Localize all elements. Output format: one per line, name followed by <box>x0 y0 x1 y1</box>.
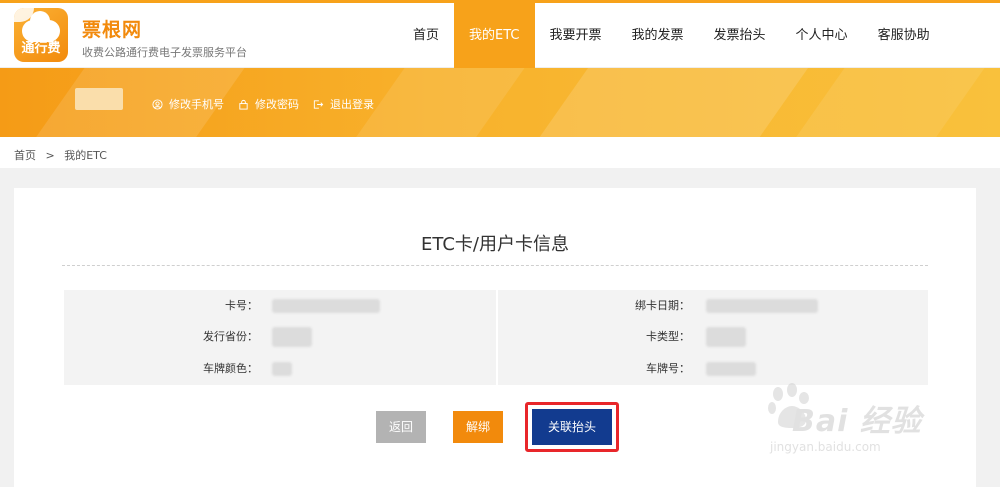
logout-icon <box>313 99 324 109</box>
watermark-url: jingyan.baidu.com <box>770 440 881 454</box>
nav-item-personal-center[interactable]: 个人中心 <box>781 3 863 68</box>
main-nav: 首页 我的ETC 我要开票 我的发票 发票抬头 个人中心 客服协助 <box>398 3 945 68</box>
user-name-blurred <box>75 88 123 110</box>
banner-decoration <box>774 68 1000 137</box>
info-label: 卡类型： <box>646 330 690 343</box>
info-label: 卡号： <box>225 299 258 312</box>
change-password-label: 修改密码 <box>255 98 299 111</box>
link-title-button[interactable]: 关联抬头 <box>532 409 612 445</box>
info-row-bind-date: 绑卡日期： <box>498 297 928 317</box>
info-column-left: 卡号： 发行省份： 车牌颜色： <box>64 290 496 385</box>
nav-item-my-invoices[interactable]: 我的发票 <box>617 3 699 68</box>
card-info-table: 卡号： 发行省份： 车牌颜色： 绑卡日期： 卡类型： 车牌号： <box>64 290 928 385</box>
watermark-text: Bai 经验 <box>792 404 922 439</box>
unbind-button[interactable]: 解绑 <box>453 411 503 443</box>
user-banner: 修改手机号 修改密码 退出登录 <box>0 68 1000 137</box>
info-label: 车牌颜色： <box>203 362 258 375</box>
brand-slogan: 收费公路通行费电子发票服务平台 <box>82 46 247 59</box>
info-column-right: 绑卡日期： 卡类型： 车牌号： <box>498 290 928 385</box>
change-phone-link[interactable]: 修改手机号 <box>152 96 224 112</box>
info-row-card-type: 卡类型： <box>498 327 928 348</box>
province-value-blurred <box>272 327 312 347</box>
back-button[interactable]: 返回 <box>376 411 426 443</box>
logo-icon-text: 通行费 <box>21 41 61 56</box>
lock-icon <box>239 99 248 110</box>
banner-decoration <box>524 68 816 137</box>
breadcrumb: 首页 > 我的ETC <box>14 147 113 163</box>
user-circle-icon <box>152 98 163 110</box>
info-row-plate-number: 车牌号： <box>498 360 928 380</box>
change-phone-label: 修改手机号 <box>169 98 224 111</box>
nav-item-invoice-title[interactable]: 发票抬头 <box>699 3 781 68</box>
logout-link[interactable]: 退出登录 <box>312 96 374 112</box>
breadcrumb-home[interactable]: 首页 <box>14 149 36 162</box>
logout-label: 退出登录 <box>330 98 374 111</box>
info-label: 发行省份： <box>203 330 258 343</box>
baidu-watermark: Bai 经验 jingyan.baidu.com <box>768 383 960 466</box>
card-type-value-blurred <box>706 327 746 347</box>
info-label: 绑卡日期： <box>635 299 690 312</box>
card-number-value-blurred <box>272 299 380 313</box>
plate-number-value-blurred <box>706 362 756 376</box>
change-password-link[interactable]: 修改密码 <box>238 96 299 112</box>
info-label: 车牌号： <box>646 362 690 375</box>
breadcrumb-separator: > <box>45 149 55 162</box>
brand-name[interactable]: 票根网 <box>82 15 142 42</box>
plate-color-value-blurred <box>272 362 292 376</box>
card-title: ETC卡/用户卡信息 <box>421 234 569 255</box>
info-row-plate-color: 车牌颜色： <box>64 360 496 380</box>
info-row-card-number: 卡号： <box>64 297 496 317</box>
nav-item-home[interactable]: 首页 <box>398 3 454 68</box>
bind-date-value-blurred <box>706 299 818 313</box>
nav-item-customer-service[interactable]: 客服协助 <box>863 3 945 68</box>
info-row-issuing-province: 发行省份： <box>64 327 496 348</box>
nav-item-issue-invoice[interactable]: 我要开票 <box>535 3 617 68</box>
cloud-logo-icon[interactable]: 通行费 <box>14 8 68 62</box>
nav-item-my-etc[interactable]: 我的ETC <box>454 3 535 68</box>
breadcrumb-current: 我的ETC <box>64 149 107 162</box>
title-divider <box>62 265 928 266</box>
